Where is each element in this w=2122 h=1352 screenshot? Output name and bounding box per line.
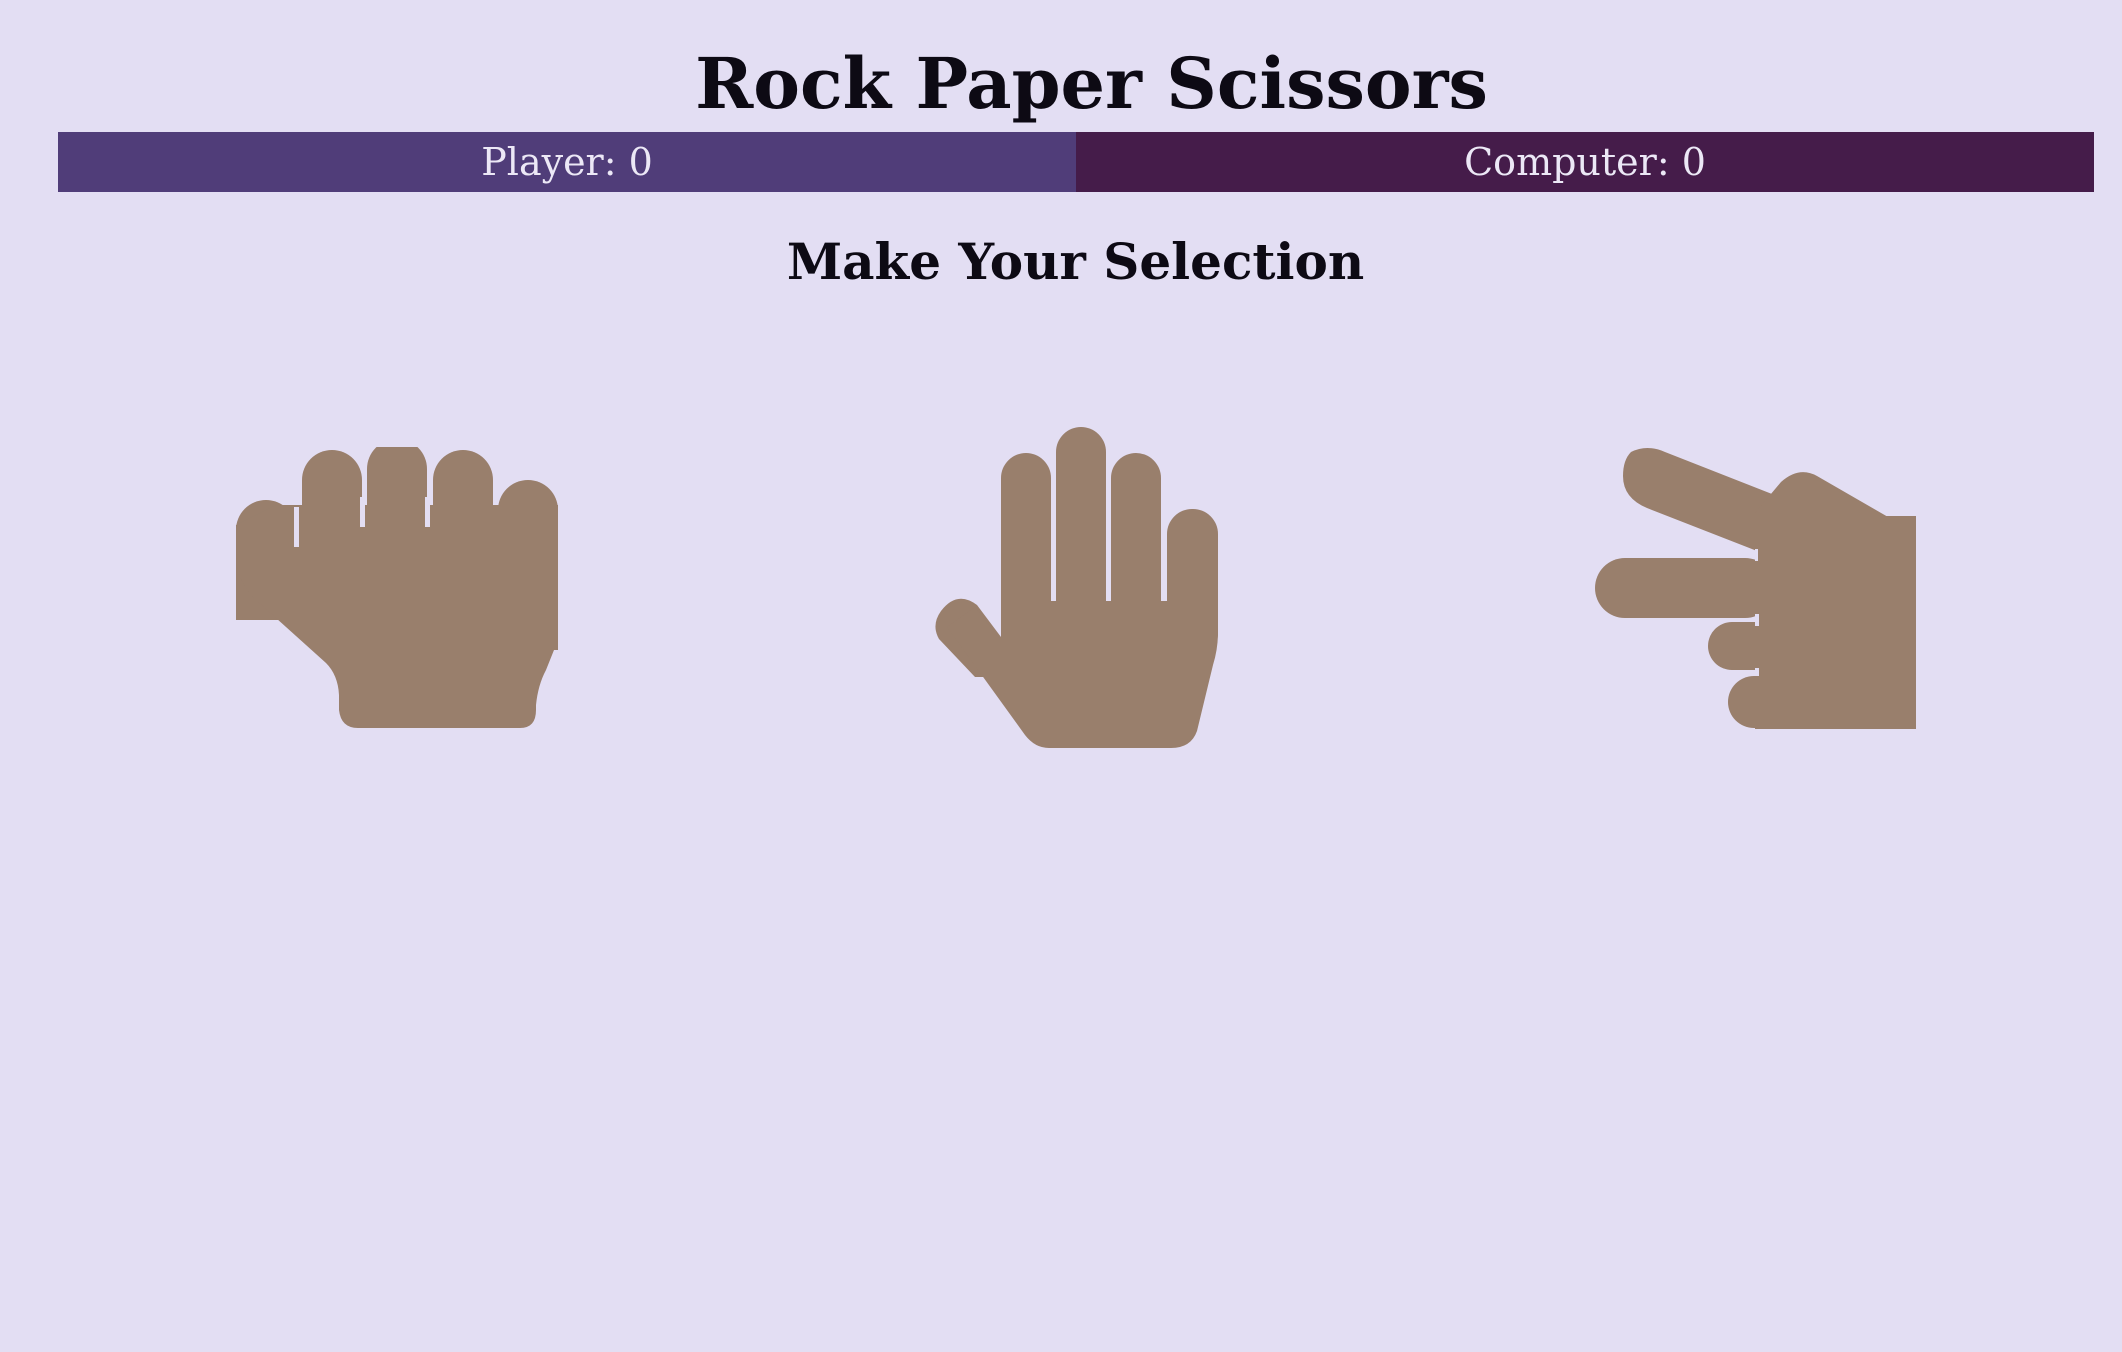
computer-score: Computer: 0 bbox=[1076, 132, 2094, 192]
player-score: Player: 0 bbox=[58, 132, 1076, 192]
scissors-choice-button[interactable] bbox=[1595, 446, 1916, 729]
hand-fist-icon bbox=[236, 447, 558, 728]
hand-scissors-icon bbox=[1595, 448, 1916, 729]
paper-choice-button[interactable] bbox=[935, 427, 1218, 748]
selection-prompt: Make Your Selection bbox=[786, 232, 1365, 291]
page-title: Rock Paper Scissors bbox=[695, 42, 1488, 125]
rock-choice-button[interactable] bbox=[236, 447, 558, 729]
hand-paper-icon bbox=[935, 427, 1218, 748]
scoreboard: Player: 0 Computer: 0 bbox=[58, 132, 2094, 192]
